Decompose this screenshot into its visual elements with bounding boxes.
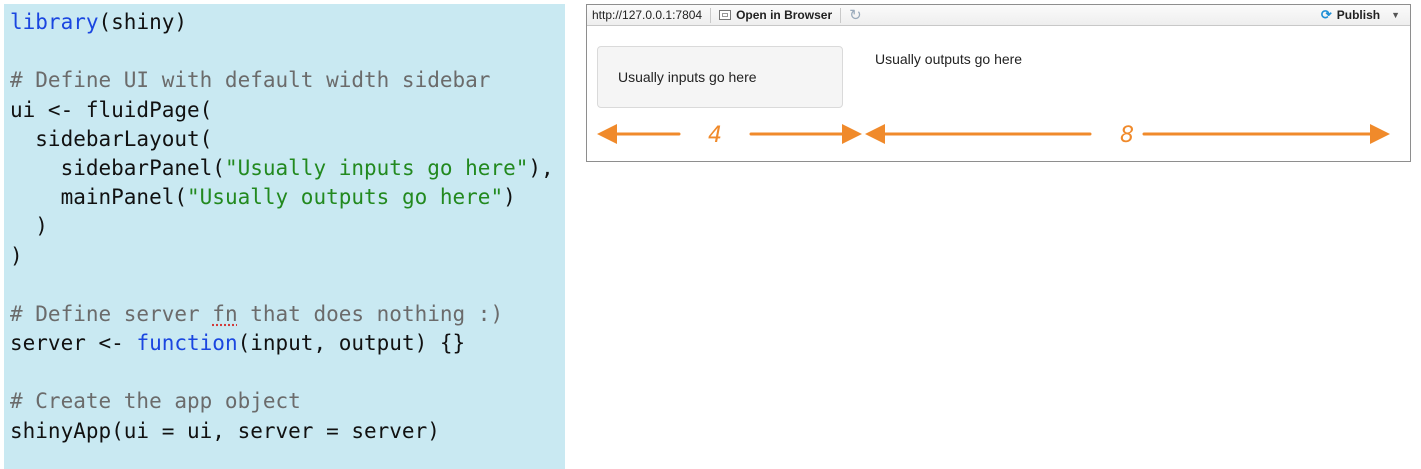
code-token: # Create the app object [10,389,301,414]
code-token: ), [528,155,554,180]
code-token: ) [10,214,48,239]
arrowhead-right [1370,124,1390,144]
code-token: # Define UI with default width sidebar [10,68,491,93]
code-token: mainPanel( [10,185,188,210]
code-token: (shiny) [98,10,188,34]
code-token: ) [503,185,516,210]
code-line: ) [10,212,565,241]
code-line: sidebarPanel("Usually inputs go here"), [10,154,565,183]
code-line: # Create the app object [10,387,565,416]
code-token: "Usually inputs go here" [224,155,529,180]
viewer-window: http://127.0.0.1:7804 Open in Browser ↻ … [586,4,1411,162]
code-token: (input, output) {} [237,331,466,356]
code-token: fn [212,301,238,326]
main-width-label: 8 [1120,123,1134,148]
code-token: library [10,10,99,34]
code-token: ) [10,243,23,268]
code-line: # Define server fn that does nothing :) [10,300,565,329]
code-token: sidebarLayout( [10,126,213,151]
code-token: that does nothing :) [237,301,504,326]
sidebar-width-label: 4 [708,123,722,148]
code-line: ) [10,242,565,271]
code-line: shinyApp(ui = ui, server = server) [10,417,565,446]
code-line: # Define UI with default width sidebar [10,66,565,95]
code-token: ui <- fluidPage( [10,97,213,122]
code-line: ui <- fluidPage( [10,96,565,125]
code-line: mainPanel("Usually outputs go here") [10,183,565,212]
code-token: "Usually outputs go here" [187,185,504,210]
code-token: shinyApp(ui = ui, server = server) [10,418,440,443]
code-editor-panel: library(shiny) # Define UI with default … [4,4,565,469]
arrowhead-right [842,124,862,144]
code-token: function [136,331,238,356]
code-token: # Define server [10,301,213,326]
code-line: library(shiny) [10,8,565,37]
code-token: server <- [10,331,137,356]
code-line: sidebarLayout( [10,125,565,154]
code-line: server <- function(input, output) {} [10,329,565,358]
code-token: sidebarPanel( [10,155,225,180]
